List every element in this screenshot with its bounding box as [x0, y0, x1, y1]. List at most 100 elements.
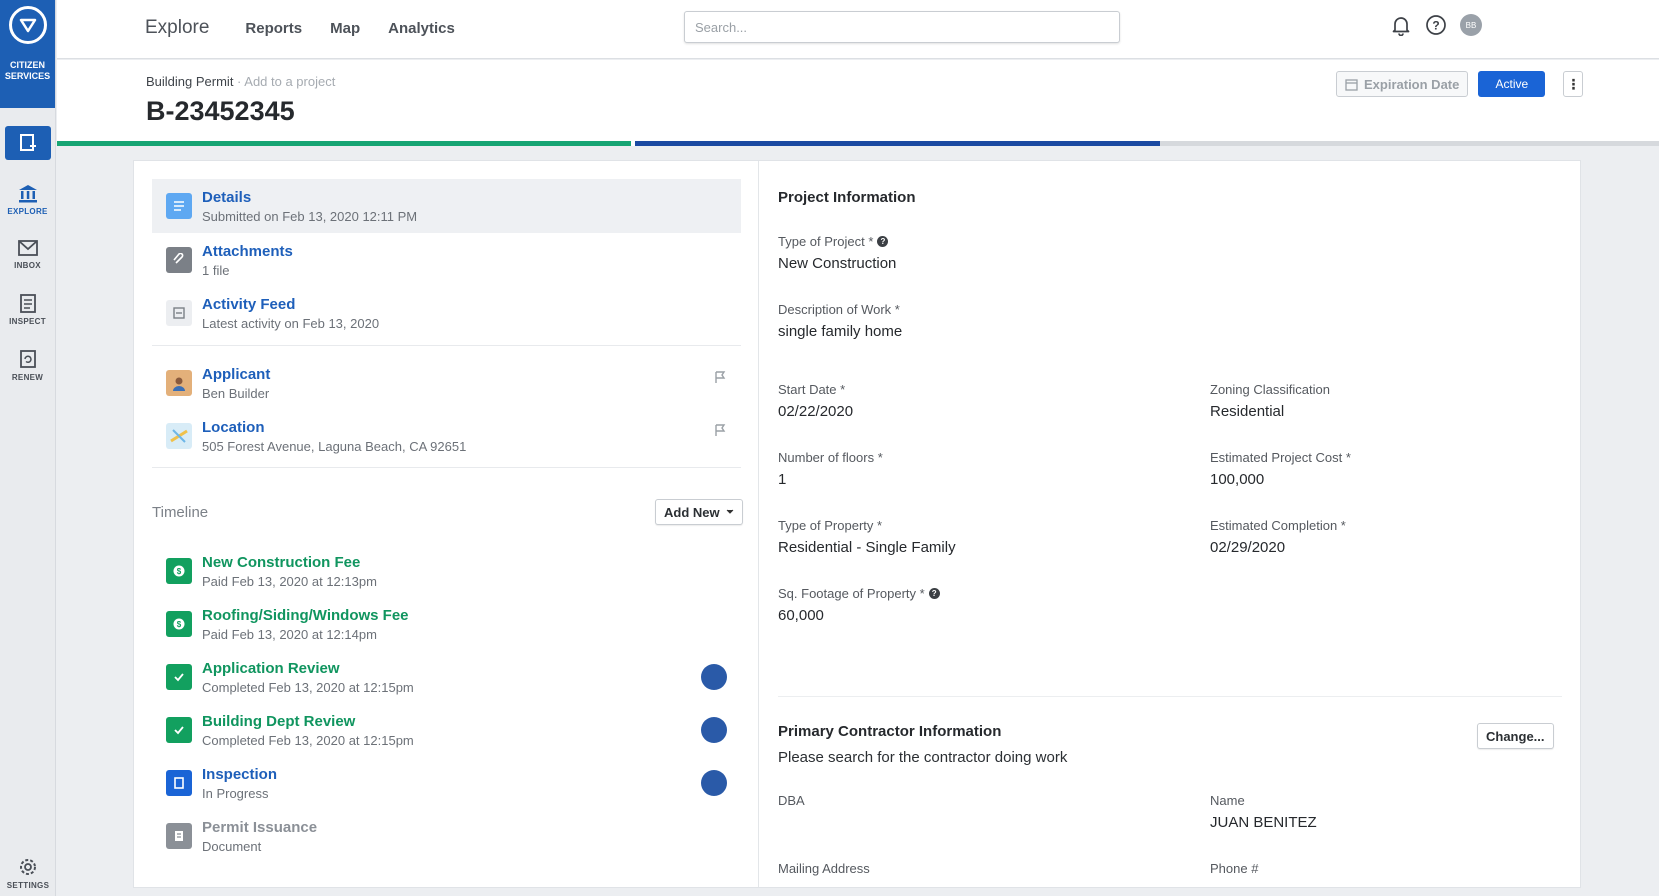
brand[interactable]: CITIZEN SERVICES [0, 0, 55, 108]
chevron-down-icon [726, 509, 733, 514]
step-subtitle: Completed Feb 13, 2020 at 12:15pm [202, 679, 414, 695]
add-new-button[interactable]: Add New [655, 499, 743, 525]
help-icon[interactable]: ? [928, 588, 940, 599]
inbox-icon [17, 240, 38, 256]
item-title: Location [202, 418, 265, 436]
brand-name: CITIZEN SERVICES [4, 60, 51, 81]
item-title: Details [202, 188, 252, 206]
nav-item-applicant[interactable]: Applicant Ben Builder [152, 356, 741, 410]
add-new-label: Add New [664, 504, 720, 520]
field-label: Sq. Footage of Property * [778, 586, 925, 601]
step-title: Building Dept Review [202, 712, 356, 730]
nav-link-reports[interactable]: Reports [245, 20, 302, 37]
field-value: 60,000 [778, 607, 824, 624]
record-header: Building Permit · Add to a project B-234… [57, 60, 1659, 146]
field-label: DBA [778, 793, 805, 808]
item-subtitle: 1 file [202, 262, 230, 278]
contractor-heading: Primary Contractor Information [778, 723, 1002, 740]
search-input[interactable] [684, 11, 1120, 43]
nav-inspect[interactable]: INSPECT [0, 292, 55, 326]
help-icon[interactable]: ? [877, 236, 889, 247]
step-subtitle: Paid Feb 13, 2020 at 12:13pm [202, 573, 377, 589]
step-subtitle: Document [202, 838, 262, 854]
department-seal-icon [701, 770, 727, 796]
field-label: Estimated Project Cost * [1210, 450, 1351, 465]
nav-inspect-label: INSPECT [9, 317, 46, 326]
divider [152, 345, 741, 346]
calendar-icon [1345, 78, 1358, 91]
status-button[interactable]: Active [1478, 71, 1546, 97]
nav-link-analytics[interactable]: Analytics [388, 20, 455, 37]
field-value: Residential - Single Family [778, 539, 956, 556]
more-options-button[interactable]: ⋮ [1563, 71, 1584, 97]
bell-icon[interactable] [1390, 14, 1412, 36]
checkmark-icon [166, 717, 192, 743]
building-icon [18, 185, 37, 203]
user-avatar[interactable]: BB [1460, 14, 1482, 36]
payment-icon: $ [166, 611, 192, 637]
divider [778, 696, 1562, 697]
record-card: Details Submitted on Feb 13, 2020 12:11 P… [133, 160, 1581, 888]
field-label: Number of floors * [778, 450, 883, 465]
record-nav: Details Submitted on Feb 13, 2020 12:11 P… [134, 161, 759, 887]
timeline-step-permit-issuance[interactable]: Permit Issuance Document [152, 809, 741, 863]
workflow-progress-bar [57, 141, 1659, 146]
field-mailing-address: Mailing Address [778, 861, 870, 876]
svg-text:$: $ [177, 567, 182, 576]
nav-item-attachments[interactable]: Attachments 1 file [152, 233, 741, 287]
progress-in-progress [635, 141, 1160, 146]
nav-renew[interactable]: RENEW [0, 348, 55, 382]
field-estimated-completion: Estimated Completion * 02/29/2020 [1210, 518, 1346, 556]
field-label: Estimated Completion * [1210, 518, 1346, 533]
nav-settings[interactable]: SETTINGS [0, 856, 56, 890]
expiration-date-button[interactable]: Expiration Date [1336, 71, 1469, 97]
field-value: 02/29/2020 [1210, 539, 1286, 556]
document-icon [166, 823, 192, 849]
clipboard-icon [19, 294, 36, 313]
field-label: Phone # [1210, 861, 1259, 876]
nav-inbox[interactable]: INBOX [0, 238, 55, 270]
map-icon [166, 423, 192, 449]
top-icons: ? BB [1390, 14, 1482, 36]
field-estimated-project-cost: Estimated Project Cost * 100,000 [1210, 450, 1351, 488]
field-dba: DBA [778, 793, 805, 808]
field-number-of-floors: Number of floors * 1 [778, 450, 883, 488]
record-title: B-23452345 [146, 96, 295, 126]
nav-link-map[interactable]: Map [330, 20, 360, 37]
nav-item-location[interactable]: Location 505 Forest Avenue, Laguna Beach,… [152, 409, 741, 463]
top-bar: Explore Reports Map Analytics ? BB [57, 0, 1659, 59]
project-information-heading: Project Information [778, 189, 916, 206]
flag-icon[interactable] [713, 370, 727, 384]
department-seal-icon [701, 664, 727, 690]
field-value: 100,000 [1210, 471, 1265, 488]
item-subtitle: Ben Builder [202, 385, 270, 401]
nav-item-details[interactable]: Details Submitted on Feb 13, 2020 12:11 P… [152, 179, 741, 233]
field-label: Type of Property * [778, 518, 883, 533]
flag-icon[interactable] [713, 423, 727, 437]
help-icon[interactable]: ? [1425, 14, 1447, 36]
nav-link-explore[interactable]: Explore [145, 17, 209, 39]
item-title: Applicant [202, 365, 271, 383]
progress-completed [57, 141, 631, 146]
field-label: Name [1210, 793, 1245, 808]
new-record-button[interactable] [4, 126, 51, 160]
nav-explore[interactable]: EXPLORE [0, 182, 55, 216]
change-contractor-button[interactable]: Change... [1477, 723, 1554, 749]
nav-item-activity-feed[interactable]: Activity Feed Latest activity on Feb 13, … [152, 286, 741, 340]
timeline-heading: Timeline [152, 504, 209, 521]
step-title: Permit Issuance [202, 818, 318, 836]
nav-renew-label: RENEW [11, 373, 44, 382]
contractor-hint: Please search for the contractor doing w… [778, 749, 1068, 766]
renew-icon [19, 350, 36, 368]
project-details-panel: Project Information Type of Project *? N… [760, 161, 1580, 887]
timeline-step-new-construction-fee[interactable]: $ New Construction Fee Paid Feb 13, 2020 … [152, 544, 741, 598]
step-subtitle: In Progress [202, 785, 269, 801]
svg-text:$: $ [177, 620, 182, 629]
item-title: Activity Feed [202, 295, 296, 313]
timeline-step-building-dept-review[interactable]: Building Dept Review Completed Feb 13, 20… [152, 703, 741, 757]
timeline-step-inspection[interactable]: Inspection In Progress [152, 756, 741, 810]
timeline-step-roofing-fee[interactable]: $ Roofing/Siding/Windows Fee Paid Feb 13,… [152, 597, 741, 651]
timeline-step-application-review[interactable]: Application Review Completed Feb 13, 2020… [152, 650, 741, 704]
add-to-project-link[interactable]: · Add to a project [233, 74, 335, 89]
checkmark-icon [166, 664, 192, 690]
